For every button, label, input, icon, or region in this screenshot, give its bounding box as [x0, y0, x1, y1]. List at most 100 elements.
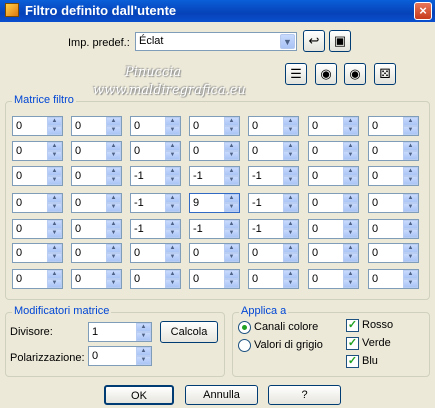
spin-up-icon[interactable]: ▲ — [403, 167, 418, 176]
spin-up-icon[interactable]: ▲ — [403, 244, 418, 253]
spin-down-icon[interactable]: ▼ — [47, 176, 62, 185]
matrix-cell-spinner[interactable]: -1 ▲ ▼ — [189, 166, 240, 186]
preview-button[interactable]: ◉ — [344, 63, 366, 85]
calculate-button[interactable]: Calcola — [160, 321, 218, 343]
matrix-cell-spinner[interactable]: 0 ▲ ▼ — [248, 141, 299, 161]
matrix-cell-spinner[interactable]: -1 ▲ ▼ — [130, 219, 181, 239]
matrix-cell-spinner[interactable]: 0 ▲ ▼ — [368, 243, 419, 263]
spin-down-icon[interactable]: ▼ — [343, 151, 358, 160]
matrix-cell-spinner[interactable]: 0 ▲ ▼ — [12, 166, 63, 186]
spin-up-icon[interactable]: ▲ — [106, 220, 121, 229]
matrix-cell-spinner[interactable]: 0 ▲ ▼ — [368, 219, 419, 239]
bias-spinner[interactable]: 0 ▲ ▼ — [88, 346, 152, 366]
spin-down-icon[interactable]: ▼ — [403, 126, 418, 135]
matrix-cell-spinner[interactable]: 0 ▲ ▼ — [12, 219, 63, 239]
matrix-cell-spinner[interactable]: 9 ▲ ▼ — [189, 193, 240, 213]
spin-down-icon[interactable]: ▼ — [343, 279, 358, 288]
matrix-cell-spinner[interactable]: 0 ▲ ▼ — [368, 193, 419, 213]
spin-down-icon[interactable]: ▼ — [403, 279, 418, 288]
spin-down-icon[interactable]: ▼ — [47, 203, 62, 212]
matrix-cell-spinner[interactable]: -1 ▲ ▼ — [130, 193, 181, 213]
matrix-cell-spinner[interactable]: 0 ▲ ▼ — [12, 269, 63, 289]
spin-up-icon[interactable]: ▲ — [224, 194, 239, 203]
spin-down-icon[interactable]: ▼ — [165, 126, 180, 135]
proof-button[interactable]: ◉ — [315, 63, 337, 85]
spin-up-icon[interactable]: ▲ — [224, 142, 239, 151]
spin-down-icon[interactable]: ▼ — [106, 203, 121, 212]
spin-up-icon[interactable]: ▲ — [403, 142, 418, 151]
spin-up-icon[interactable]: ▲ — [343, 117, 358, 126]
matrix-cell-spinner[interactable]: 0 ▲ ▼ — [130, 116, 181, 136]
spin-down-icon[interactable]: ▼ — [403, 176, 418, 185]
spin-up-icon[interactable]: ▲ — [343, 142, 358, 151]
spin-up-icon[interactable]: ▲ — [136, 347, 151, 356]
spin-down-icon[interactable]: ▼ — [343, 176, 358, 185]
spin-up-icon[interactable]: ▲ — [224, 244, 239, 253]
spin-down-icon[interactable]: ▼ — [283, 126, 298, 135]
matrix-cell-spinner[interactable]: 0 ▲ ▼ — [308, 193, 359, 213]
help-button[interactable]: ? — [268, 385, 341, 405]
matrix-cell-spinner[interactable]: -1 ▲ ▼ — [248, 219, 299, 239]
spin-down-icon[interactable]: ▼ — [47, 253, 62, 262]
spin-up-icon[interactable]: ▲ — [343, 244, 358, 253]
spin-down-icon[interactable]: ▼ — [47, 151, 62, 160]
matrix-cell-spinner[interactable]: 0 ▲ ▼ — [308, 243, 359, 263]
spin-up-icon[interactable]: ▲ — [403, 270, 418, 279]
spin-up-icon[interactable]: ▲ — [47, 117, 62, 126]
spin-up-icon[interactable]: ▲ — [165, 142, 180, 151]
spin-down-icon[interactable]: ▼ — [343, 203, 358, 212]
matrix-cell-spinner[interactable]: 0 ▲ ▼ — [248, 243, 299, 263]
spin-down-icon[interactable]: ▼ — [224, 126, 239, 135]
cancel-button[interactable]: Annulla — [185, 385, 258, 405]
spin-up-icon[interactable]: ▲ — [343, 167, 358, 176]
matrix-cell-spinner[interactable]: 0 ▲ ▼ — [189, 243, 240, 263]
ok-button[interactable]: OK — [104, 385, 174, 405]
spin-up-icon[interactable]: ▲ — [47, 244, 62, 253]
spin-up-icon[interactable]: ▲ — [47, 220, 62, 229]
chevron-down-icon[interactable]: ▼ — [280, 34, 295, 49]
matrix-cell-spinner[interactable]: 0 ▲ ▼ — [368, 116, 419, 136]
green-checkbox[interactable]: ✓ — [346, 337, 359, 350]
divisor-spinner[interactable]: 1 ▲ ▼ — [88, 322, 152, 342]
spin-down-icon[interactable]: ▼ — [136, 332, 151, 341]
matrix-cell-spinner[interactable]: 0 ▲ ▼ — [71, 269, 122, 289]
matrix-cell-spinner[interactable]: 0 ▲ ▼ — [130, 269, 181, 289]
matrix-cell-spinner[interactable]: 0 ▲ ▼ — [368, 166, 419, 186]
spin-down-icon[interactable]: ▼ — [106, 229, 121, 238]
spin-up-icon[interactable]: ▲ — [106, 244, 121, 253]
matrix-cell-spinner[interactable]: -1 ▲ ▼ — [130, 166, 181, 186]
matrix-cell-spinner[interactable]: 0 ▲ ▼ — [308, 269, 359, 289]
spin-down-icon[interactable]: ▼ — [47, 126, 62, 135]
matrix-cell-spinner[interactable]: 0 ▲ ▼ — [12, 116, 63, 136]
spin-down-icon[interactable]: ▼ — [165, 203, 180, 212]
spin-down-icon[interactable]: ▼ — [106, 279, 121, 288]
spin-up-icon[interactable]: ▲ — [165, 270, 180, 279]
spin-down-icon[interactable]: ▼ — [283, 253, 298, 262]
spin-up-icon[interactable]: ▲ — [403, 194, 418, 203]
spin-down-icon[interactable]: ▼ — [165, 279, 180, 288]
spin-up-icon[interactable]: ▲ — [106, 117, 121, 126]
spin-up-icon[interactable]: ▲ — [165, 220, 180, 229]
spin-down-icon[interactable]: ▼ — [165, 176, 180, 185]
spin-up-icon[interactable]: ▲ — [343, 270, 358, 279]
spin-down-icon[interactable]: ▼ — [106, 151, 121, 160]
spin-down-icon[interactable]: ▼ — [283, 279, 298, 288]
spin-up-icon[interactable]: ▲ — [283, 117, 298, 126]
spin-down-icon[interactable]: ▼ — [403, 151, 418, 160]
spin-down-icon[interactable]: ▼ — [283, 176, 298, 185]
matrix-cell-spinner[interactable]: 0 ▲ ▼ — [71, 243, 122, 263]
properties-button[interactable]: ☰ — [285, 63, 307, 85]
spin-down-icon[interactable]: ▼ — [224, 203, 239, 212]
spin-up-icon[interactable]: ▲ — [283, 194, 298, 203]
matrix-cell-spinner[interactable]: 0 ▲ ▼ — [71, 116, 122, 136]
spin-up-icon[interactable]: ▲ — [224, 117, 239, 126]
matrix-cell-spinner[interactable]: 0 ▲ ▼ — [248, 116, 299, 136]
matrix-cell-spinner[interactable]: 0 ▲ ▼ — [308, 141, 359, 161]
spin-down-icon[interactable]: ▼ — [136, 356, 151, 365]
spin-down-icon[interactable]: ▼ — [343, 253, 358, 262]
spin-up-icon[interactable]: ▲ — [283, 167, 298, 176]
spin-down-icon[interactable]: ▼ — [283, 151, 298, 160]
matrix-cell-spinner[interactable]: 0 ▲ ▼ — [71, 141, 122, 161]
matrix-cell-spinner[interactable]: 0 ▲ ▼ — [368, 269, 419, 289]
preset-dropdown[interactable]: Éclat ▼ — [135, 32, 297, 51]
